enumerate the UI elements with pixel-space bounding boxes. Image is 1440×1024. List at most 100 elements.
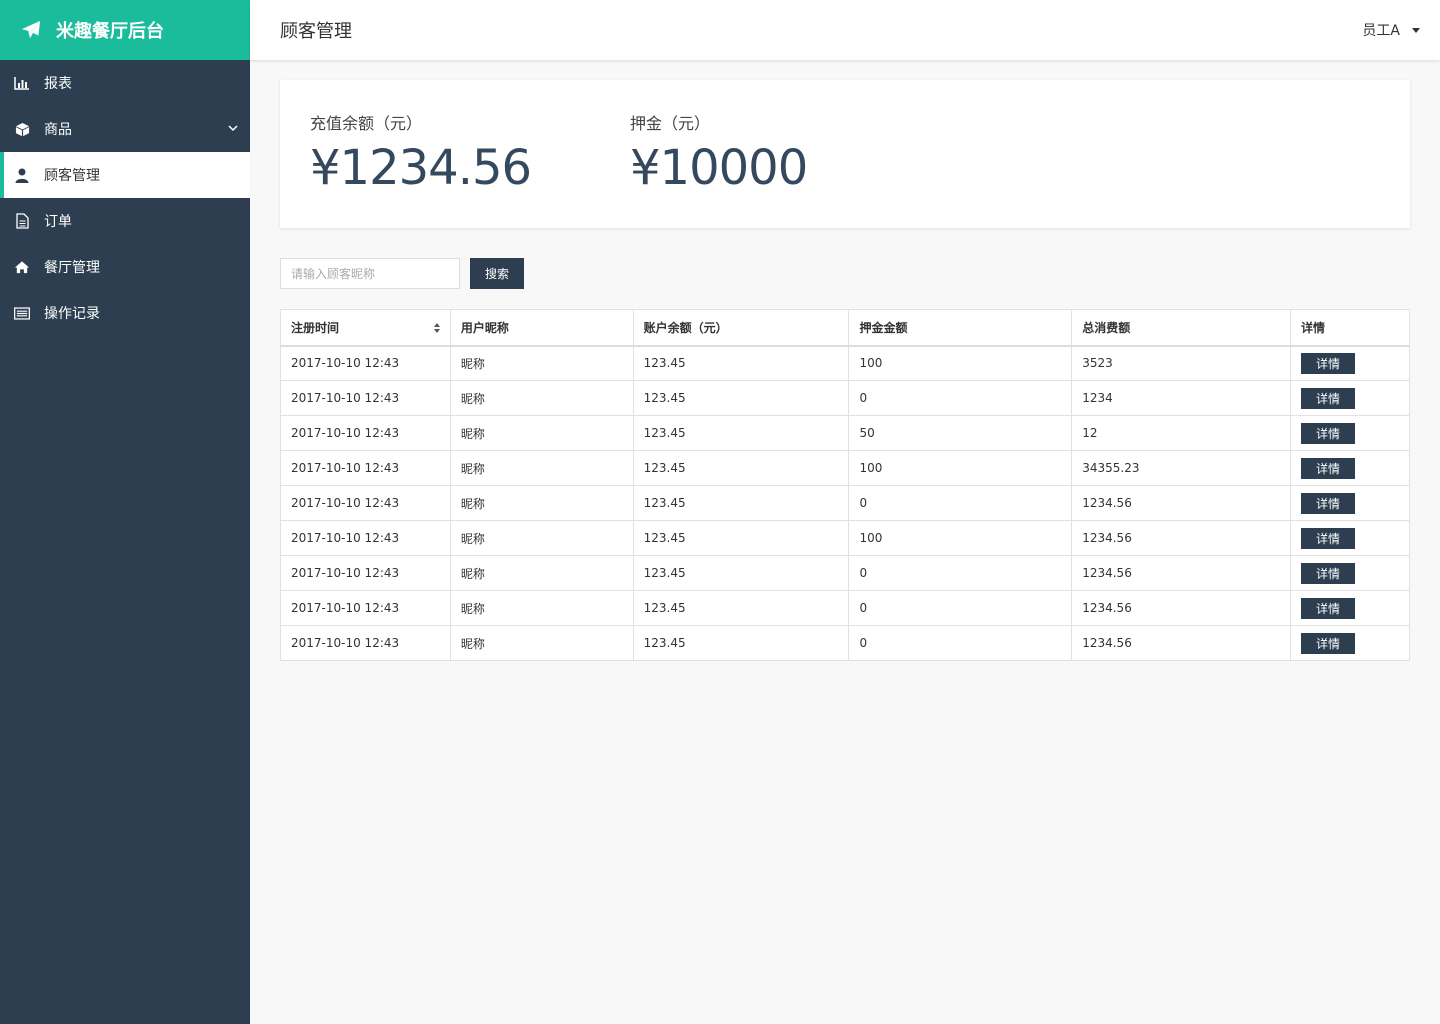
cell-total-spend: 1234.56 [1071,590,1292,626]
column-label: 押金金额 [859,320,908,335]
cell-total-spend: 1234.56 [1071,625,1292,661]
cell-balance: 123.45 [632,555,850,591]
column-label: 注册时间 [291,320,340,335]
sidebar-item-customers[interactable]: 顾客管理 [0,152,250,198]
cell-deposit: 0 [848,485,1073,521]
list-icon [14,305,30,321]
table-row: 2017-10-10 12:43 昵称 123.45 0 1234.56 详情 [280,625,1410,661]
cell-register-time: 2017-10-10 12:43 [280,450,451,486]
col-detail: 详情 [1290,309,1410,347]
detail-button[interactable]: 详情 [1301,352,1356,374]
search-bar: 搜索 [280,258,524,289]
cell-total-spend: 12 [1071,415,1292,451]
cell-detail: 详情 [1290,555,1410,591]
column-label: 账户余额（元） [643,320,728,335]
customer-table: 注册时间 用户昵称 账户余额（元） 押金金额 总消费额 详情 2017-10-10 12:… [280,309,1410,661]
stats-panel: 充值余额（元） ¥1234.56 押金（元） ¥10000 [280,80,1410,228]
cell-detail: 详情 [1290,450,1410,486]
search-button[interactable]: 搜索 [470,258,524,289]
col-total-spend: 总消费额 [1071,309,1292,347]
sidebar-item-products[interactable]: 商品 [0,106,250,152]
cell-nickname: 昵称 [449,345,634,381]
column-label: 用户昵称 [460,320,509,335]
column-label: 总消费额 [1082,320,1131,335]
cell-nickname: 昵称 [449,485,634,521]
table-row: 2017-10-10 12:43 昵称 123.45 0 1234 详情 [280,380,1410,416]
detail-button[interactable]: 详情 [1301,632,1356,654]
cube-icon [14,121,30,137]
sidebar-item-reports[interactable]: 报表 [0,60,250,106]
detail-button[interactable]: 详情 [1301,422,1356,444]
brand[interactable]: 米趣餐厅后台 [0,0,250,60]
table-row: 2017-10-10 12:43 昵称 123.45 100 1234.56 详情 [280,520,1410,556]
table-row: 2017-10-10 12:43 昵称 123.45 0 1234.56 详情 [280,485,1410,521]
sidebar-item-logs[interactable]: 操作记录 [0,290,250,336]
detail-button[interactable]: 详情 [1301,387,1356,409]
bar-chart-icon [14,75,30,91]
stat-deposit: 押金（元） ¥10000 [630,110,808,196]
sidebar-item-label: 顾客管理 [44,168,100,184]
user-icon [14,167,30,183]
detail-button[interactable]: 详情 [1301,457,1356,479]
stat-balance: 充值余额（元） ¥1234.56 [310,110,532,196]
col-register-time[interactable]: 注册时间 [280,309,451,347]
home-icon [14,259,30,275]
paper-plane-icon [21,20,41,39]
topbar: 顾客管理 员工A [250,0,1440,60]
table-row: 2017-10-10 12:43 昵称 123.45 100 34355.23 详情 [280,450,1410,486]
sidebar-item-label: 餐厅管理 [44,260,100,276]
user-menu[interactable]: 员工A [1362,20,1420,40]
cell-nickname: 昵称 [449,415,634,451]
sort-icon[interactable] [433,323,440,333]
cell-nickname: 昵称 [449,625,634,661]
cell-total-spend: 1234 [1071,380,1292,416]
cell-total-spend: 34355.23 [1071,450,1292,486]
cell-total-spend: 3523 [1071,345,1292,381]
user-name: 员工A [1362,23,1400,39]
cell-balance: 123.45 [632,520,850,556]
search-input[interactable] [280,258,460,289]
table-row: 2017-10-10 12:43 昵称 123.45 100 3523 详情 [280,345,1410,381]
sidebar: 米趣餐厅后台 报表 商品 顾客管理 订单 餐厅管理 操作记录 [0,0,250,1024]
detail-button[interactable]: 详情 [1301,597,1356,619]
table-body: 2017-10-10 12:43 昵称 123.45 100 3523 详情 2017-10… [280,345,1410,661]
cell-deposit: 100 [848,520,1073,556]
app-title: 米趣餐厅后台 [56,21,164,42]
cell-total-spend: 1234.56 [1071,520,1292,556]
cell-detail: 详情 [1290,380,1410,416]
cell-nickname: 昵称 [449,380,634,416]
sidebar-item-label: 订单 [44,214,72,230]
column-label: 详情 [1301,320,1326,335]
cell-register-time: 2017-10-10 12:43 [280,520,451,556]
sidebar-item-restaurant[interactable]: 餐厅管理 [0,244,250,290]
cell-deposit: 50 [848,415,1073,451]
cell-total-spend: 1234.56 [1071,485,1292,521]
cell-nickname: 昵称 [449,520,634,556]
cell-deposit: 0 [848,380,1073,416]
document-icon [14,213,30,229]
cell-nickname: 昵称 [449,590,634,626]
cell-detail: 详情 [1290,590,1410,626]
cell-detail: 详情 [1290,415,1410,451]
cell-deposit: 0 [848,590,1073,626]
cell-balance: 123.45 [632,485,850,521]
cell-register-time: 2017-10-10 12:43 [280,380,451,416]
cell-deposit: 100 [848,345,1073,381]
cell-total-spend: 1234.56 [1071,555,1292,591]
cell-register-time: 2017-10-10 12:43 [280,555,451,591]
chevron-down-icon[interactable] [228,123,238,133]
cell-detail: 详情 [1290,625,1410,661]
stat-label: 充值余额（元） [310,114,423,133]
detail-button[interactable]: 详情 [1301,562,1356,584]
table-header: 注册时间 用户昵称 账户余额（元） 押金金额 总消费额 详情 [280,309,1410,347]
detail-button[interactable]: 详情 [1301,492,1356,514]
cell-balance: 123.45 [632,415,850,451]
stat-value: ¥10000 [630,140,808,196]
sidebar-item-orders[interactable]: 订单 [0,198,250,244]
table-row: 2017-10-10 12:43 昵称 123.45 0 1234.56 详情 [280,555,1410,591]
sidebar-item-label: 操作记录 [44,306,100,322]
cell-register-time: 2017-10-10 12:43 [280,625,451,661]
cell-detail: 详情 [1290,520,1410,556]
sidebar-item-label: 报表 [44,76,72,92]
detail-button[interactable]: 详情 [1301,527,1356,549]
